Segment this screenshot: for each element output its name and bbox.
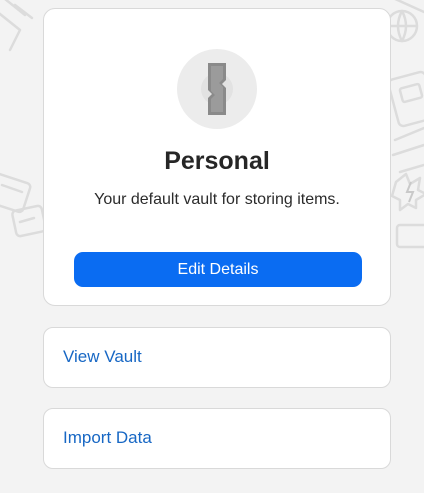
edit-details-button[interactable]: Edit Details [74,252,362,287]
vault-title: Personal [164,147,270,175]
view-vault-button[interactable]: View Vault [43,327,391,388]
vault-icon-circle [177,49,257,129]
import-data-label: Import Data [63,428,152,447]
vault-description: Your default vault for storing items. [94,191,340,208]
vault-details-card: Personal Your default vault for storing … [43,8,391,306]
view-vault-label: View Vault [63,347,142,366]
import-data-button[interactable]: Import Data [43,408,391,469]
vault-keyhole-icon [201,63,233,115]
